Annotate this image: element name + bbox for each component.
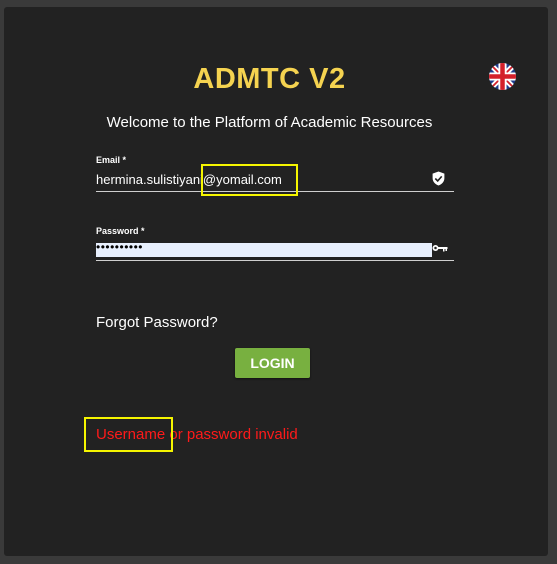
welcome-subtitle: Welcome to the Platform of Academic Reso… [106,114,433,131]
page-background: ADMTC V2 Welcome to the Platform of Acad… [0,0,557,564]
password-masked-value: •••••••••• [96,240,144,254]
username-error-highlight [84,417,173,452]
password-field[interactable] [96,243,432,257]
login-button[interactable]: LOGIN [235,348,310,378]
forgot-password-link[interactable]: Forgot Password? [96,314,218,331]
shield-check-icon [432,171,445,186]
password-label: Password * [96,226,145,236]
key-icon[interactable] [432,243,448,253]
email-domain-highlight [201,164,298,196]
password-underline [96,260,454,261]
uk-flag-icon[interactable] [489,63,516,90]
email-label: Email * [96,155,127,165]
login-card: ADMTC V2 Welcome to the Platform of Acad… [4,7,548,556]
app-title: ADMTC V2 [193,63,346,95]
